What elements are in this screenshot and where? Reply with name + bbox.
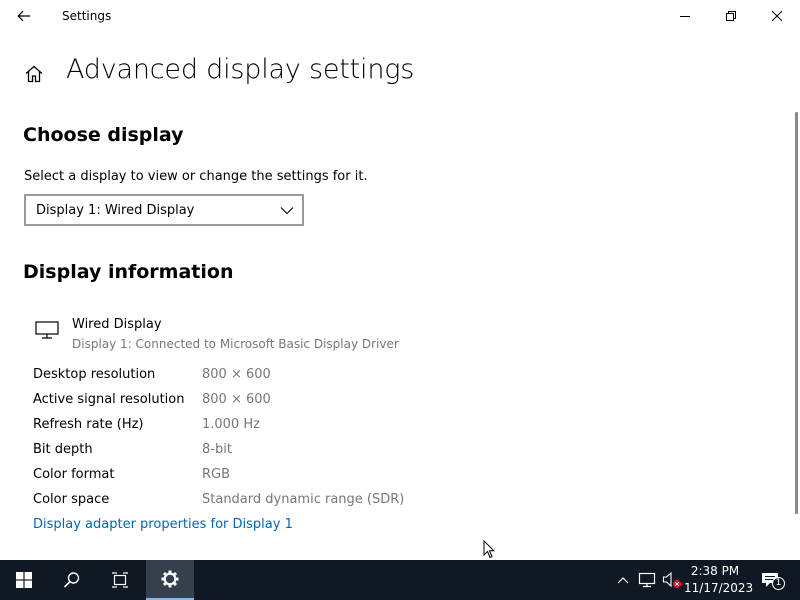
scrollbar[interactable] bbox=[795, 112, 798, 514]
volume-button[interactable] bbox=[660, 560, 684, 600]
minimize-icon bbox=[680, 16, 690, 17]
display-select-value: Display 1: Wired Display bbox=[36, 202, 195, 218]
info-label: Color format bbox=[33, 467, 115, 482]
network-icon bbox=[638, 572, 656, 588]
info-label: Color space bbox=[33, 492, 110, 507]
task-view-button[interactable] bbox=[96, 560, 144, 600]
info-value: 8-bit bbox=[202, 442, 232, 457]
info-row-active-signal-resolution: Active signal resolution 800 × 600 bbox=[33, 392, 453, 412]
title-bar: Settings bbox=[0, 0, 800, 32]
display-adapter-properties-link[interactable]: Display adapter properties for Display 1 bbox=[33, 517, 293, 532]
clock-time: 2:38 PM bbox=[690, 564, 740, 578]
action-center-button[interactable]: 1 bbox=[752, 560, 792, 600]
start-button[interactable] bbox=[0, 560, 48, 600]
notification-count-badge: 1 bbox=[772, 577, 785, 590]
volume-muted-icon bbox=[662, 571, 681, 588]
back-button[interactable] bbox=[10, 4, 38, 28]
clock-date: 11/17/2023 bbox=[684, 581, 754, 595]
home-button[interactable] bbox=[22, 62, 46, 86]
gear-icon bbox=[161, 570, 179, 588]
windows-logo-icon bbox=[16, 572, 32, 588]
search-button[interactable] bbox=[48, 560, 96, 600]
restore-icon bbox=[726, 11, 736, 21]
info-value: RGB bbox=[202, 467, 231, 482]
taskbar: 2:38 PM 11/17/2023 1 bbox=[0, 560, 800, 600]
monitor-icon bbox=[35, 321, 59, 339]
info-label: Desktop resolution bbox=[33, 367, 156, 382]
info-row-color-space: Color space Standard dynamic range (SDR) bbox=[33, 492, 453, 512]
info-value: 1.000 Hz bbox=[202, 417, 260, 432]
home-icon bbox=[25, 65, 43, 83]
search-icon bbox=[63, 572, 80, 588]
info-label: Active signal resolution bbox=[33, 392, 185, 407]
show-hidden-icons-button[interactable] bbox=[612, 560, 634, 600]
restore-button[interactable] bbox=[708, 0, 754, 32]
info-value: Standard dynamic range (SDR) bbox=[202, 492, 405, 507]
info-value: 800 × 600 bbox=[202, 392, 271, 407]
info-label: Refresh rate (Hz) bbox=[33, 417, 144, 432]
info-row-bit-depth: Bit depth 8-bit bbox=[33, 442, 453, 462]
back-arrow-icon bbox=[17, 10, 30, 22]
network-button[interactable] bbox=[636, 560, 658, 600]
info-row-refresh-rate: Refresh rate (Hz) 1.000 Hz bbox=[33, 417, 453, 437]
window-title: Settings bbox=[62, 9, 112, 23]
task-view-icon bbox=[112, 572, 128, 588]
mouse-cursor-icon bbox=[483, 540, 495, 559]
info-row-color-format: Color format RGB bbox=[33, 467, 453, 487]
info-label: Bit depth bbox=[33, 442, 93, 457]
display-select[interactable]: Display 1: Wired Display bbox=[24, 194, 304, 226]
info-value: 800 × 600 bbox=[202, 367, 271, 382]
minimize-button[interactable] bbox=[662, 0, 708, 32]
close-icon bbox=[772, 11, 782, 21]
display-subtitle: Display 1: Connected to Microsoft Basic … bbox=[72, 337, 399, 351]
close-button[interactable] bbox=[754, 0, 800, 32]
choose-display-description: Select a display to view or change the s… bbox=[24, 169, 368, 184]
info-row-desktop-resolution: Desktop resolution 800 × 600 bbox=[33, 367, 453, 387]
display-name: Wired Display bbox=[72, 317, 162, 332]
choose-display-heading: Choose display bbox=[23, 124, 184, 146]
display-information-heading: Display information bbox=[23, 261, 234, 283]
page-title: Advanced display settings bbox=[66, 54, 415, 85]
taskbar-settings-button[interactable] bbox=[146, 560, 194, 600]
chevron-down-icon bbox=[280, 207, 294, 215]
clock[interactable]: 2:38 PM 11/17/2023 bbox=[684, 563, 754, 597]
chevron-up-icon bbox=[617, 577, 629, 584]
